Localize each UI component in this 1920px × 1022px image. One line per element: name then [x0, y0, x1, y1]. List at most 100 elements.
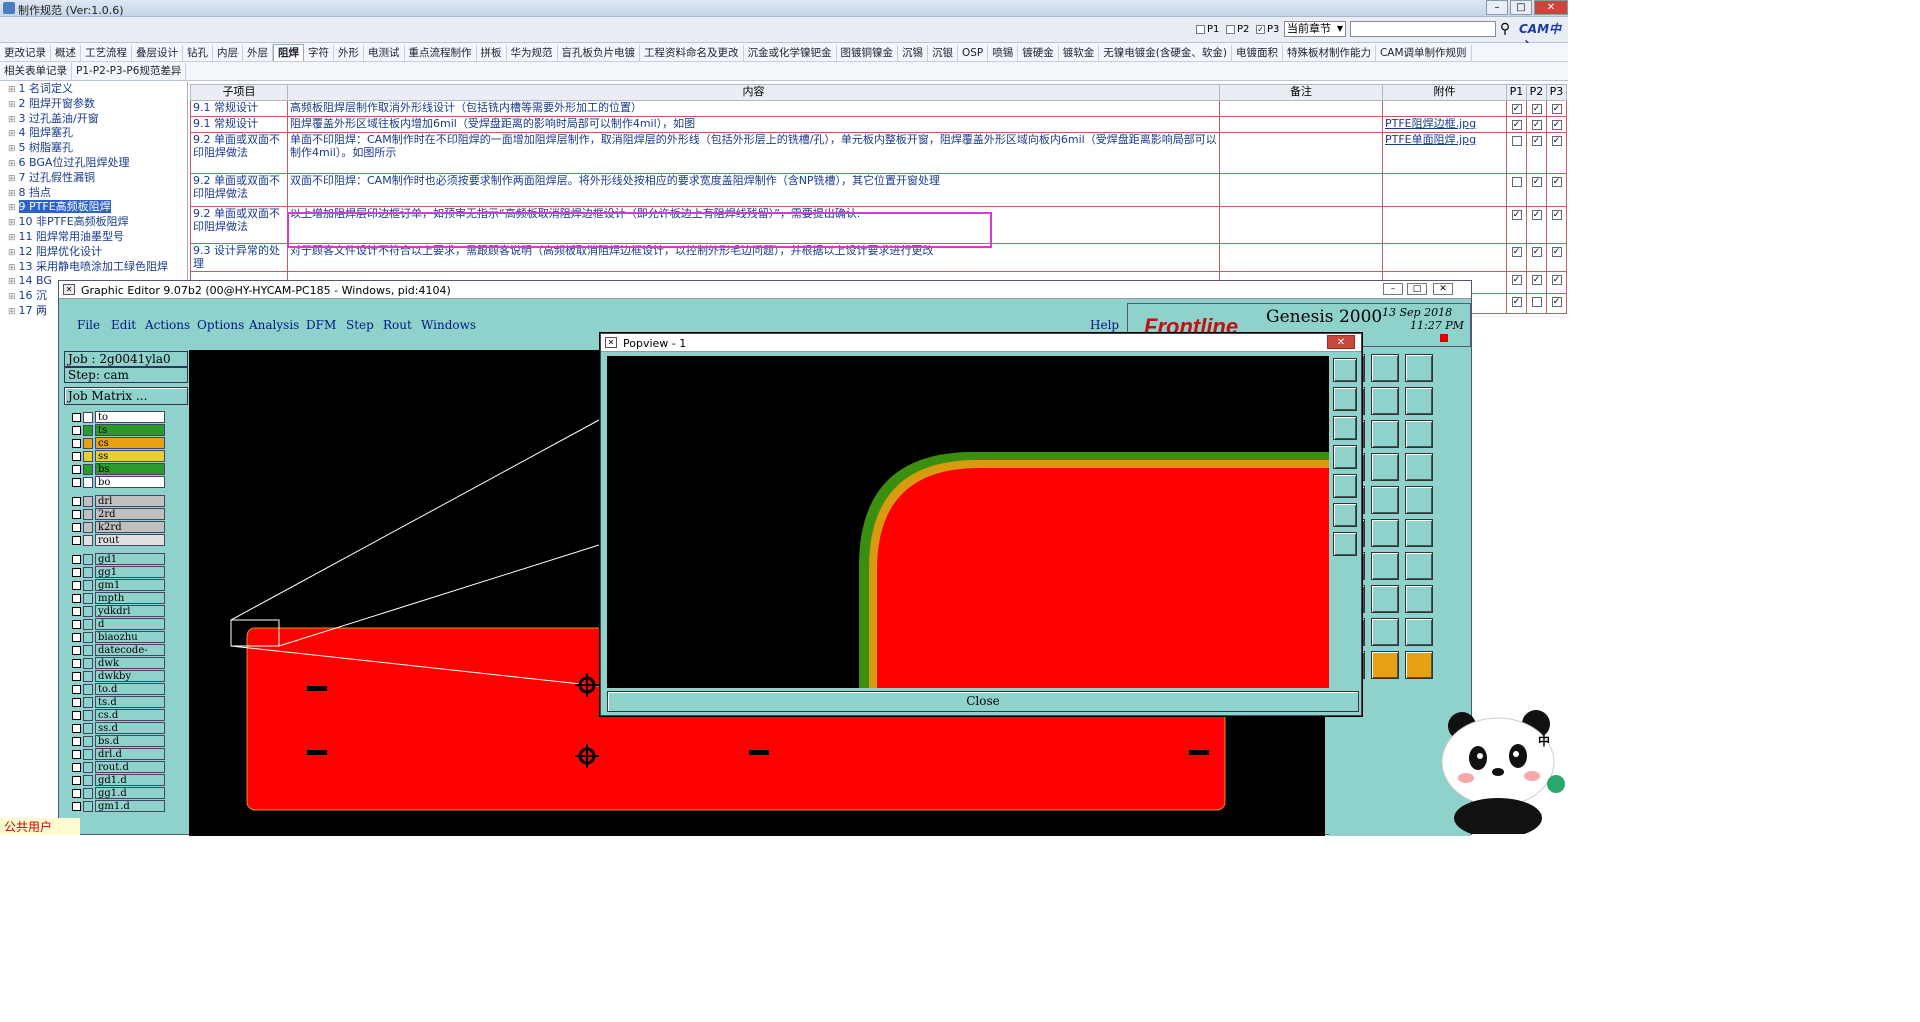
tab-20[interactable]: OSP — [958, 45, 989, 62]
table-row[interactable]: 9.1 常规设计 阻焊覆盖外形区域往板内增加6mil（受焊盘距离的影响时局部可以制… — [190, 116, 1567, 133]
tree-item[interactable]: ⊞ 12 阻焊优化设计 — [0, 245, 187, 260]
layer-name[interactable]: to — [95, 411, 165, 423]
checkbox[interactable]: ✓ — [1511, 104, 1522, 114]
layer-checkbox[interactable] — [72, 685, 81, 694]
layer-checkbox[interactable] — [72, 776, 81, 785]
move-icon[interactable] — [1405, 651, 1433, 679]
layer-name[interactable]: drl.d — [95, 748, 165, 760]
layer-checkbox[interactable] — [72, 698, 81, 707]
tab-10[interactable]: 电测试 — [364, 45, 405, 62]
layer-checkbox[interactable] — [72, 523, 81, 532]
tab-9[interactable]: 外形 — [334, 45, 364, 62]
layer-checkbox[interactable] — [72, 620, 81, 629]
ge-minimize-button[interactable]: – — [1383, 283, 1403, 295]
close-button[interactable]: ✕ — [1534, 0, 1568, 15]
layer-name[interactable]: k2rd — [95, 521, 165, 533]
expand-icon[interactable]: ⊞ — [8, 263, 16, 273]
expand-icon[interactable]: ⊞ — [8, 292, 16, 302]
layer-name[interactable]: gd1.d — [95, 774, 165, 786]
expand-icon[interactable]: ⊞ — [8, 144, 16, 154]
tree-item[interactable]: ⊞ 1 名词定义 — [0, 82, 187, 97]
layer-name[interactable]: to.d — [95, 683, 165, 695]
expand-icon[interactable]: ⊞ — [8, 174, 16, 184]
tree-item[interactable]: ⊞ 10 非PTFE高频板阻焊 — [0, 215, 187, 230]
tree-item[interactable]: ⊞ 3 过孔盖油/开窗 — [0, 112, 187, 127]
table-row[interactable]: 9.2 单面或双面不印阻焊做法 以上增加阻焊层印边框订单，如预审无指示“高频板取消… — [190, 206, 1567, 244]
expand-icon[interactable]: ⊞ — [8, 189, 16, 199]
popview-close-button[interactable]: Close — [607, 691, 1359, 712]
layer-name[interactable]: gm1 — [95, 579, 165, 591]
column-header[interactable]: 附件 — [1382, 84, 1507, 101]
layer-checkbox[interactable] — [72, 646, 81, 655]
tree-item[interactable]: ⊞ 6 BGA位过孔阻焊处理 — [0, 156, 187, 171]
checkbox[interactable]: ✓ — [1511, 275, 1522, 285]
layer-checkbox[interactable] — [72, 594, 81, 603]
layer-checkbox[interactable] — [72, 413, 81, 422]
layer-checkbox[interactable] — [72, 478, 81, 487]
filter-p2-checkbox[interactable]: P2 — [1226, 24, 1249, 35]
select-icon[interactable] — [1371, 651, 1399, 679]
tree-item[interactable]: ⊞ 4 阻焊塞孔 — [0, 126, 187, 141]
tab-26[interactable]: 特殊板材制作能力 — [1283, 45, 1376, 62]
dot-icon[interactable] — [1405, 486, 1433, 514]
layer-checkbox[interactable] — [72, 789, 81, 798]
layer-checkbox[interactable] — [72, 750, 81, 759]
checkbox[interactable]: ✓ — [1551, 104, 1562, 114]
tree-item[interactable]: ⊞ 2 阻焊开窗参数 — [0, 97, 187, 112]
layer-checkbox[interactable] — [72, 659, 81, 668]
layer-row[interactable]: ss — [69, 450, 165, 463]
checkbox-box[interactable]: ✓ — [1256, 25, 1265, 34]
arc-icon[interactable] — [1371, 552, 1399, 580]
checkbox[interactable] — [1531, 297, 1542, 307]
checkbox-box[interactable] — [1226, 25, 1235, 34]
layer-row[interactable]: ydkdrl — [69, 605, 165, 618]
text-c-icon[interactable] — [1405, 618, 1433, 646]
layer-checkbox[interactable] — [72, 510, 81, 519]
column-header[interactable]: P1 — [1506, 84, 1527, 101]
layer-row[interactable]: ss.d — [69, 722, 165, 735]
measure-icon[interactable] — [1371, 453, 1399, 481]
tab-23[interactable]: 镀软金 — [1059, 45, 1100, 62]
checkbox[interactable]: ✓ — [1511, 297, 1522, 307]
layer-name[interactable]: ts — [95, 424, 165, 436]
tree-item[interactable]: ⊞ 7 过孔假性漏铜 — [0, 171, 187, 186]
menu-help[interactable]: Help — [1090, 318, 1119, 332]
checkbox[interactable]: ✓ — [1551, 120, 1562, 130]
expand-icon[interactable]: ⊞ — [8, 100, 16, 110]
layer-checkbox[interactable] — [72, 497, 81, 506]
layer-name[interactable]: rout — [95, 534, 165, 546]
layer-name[interactable]: gm1.d — [95, 800, 165, 812]
layer-row[interactable]: bo — [69, 476, 165, 489]
layer-name[interactable]: ydkdrl — [95, 605, 165, 617]
expand-icon[interactable]: ⊞ — [8, 248, 16, 258]
filter-p1-checkbox[interactable]: P1 — [1196, 24, 1219, 35]
zoom-area-icon[interactable] — [1333, 532, 1357, 556]
tab-5[interactable]: 内层 — [213, 45, 243, 62]
checkbox[interactable]: ✓ — [1531, 247, 1542, 257]
layer-checkbox[interactable] — [72, 607, 81, 616]
menu-rout[interactable]: Rout — [383, 318, 412, 332]
help-icon[interactable] — [1405, 420, 1433, 448]
layer-row[interactable]: mpth — [69, 592, 165, 605]
layer-name[interactable]: 2rd — [95, 508, 165, 520]
layer-name[interactable]: gd1 — [95, 553, 165, 565]
tab-24[interactable]: 无镍电镀金(含硬金、软金) — [1099, 45, 1232, 62]
frame-icon[interactable] — [1333, 474, 1357, 498]
zoom-out-icon[interactable] — [1333, 416, 1357, 440]
layer-row[interactable]: gd1 — [69, 553, 165, 566]
expand-icon[interactable]: ⊞ — [8, 159, 16, 169]
text-b-icon[interactable] — [1371, 618, 1399, 646]
layer-name[interactable]: bs.d — [95, 735, 165, 747]
tree-item[interactable]: ⊞ 11 阻焊常用油墨型号 — [0, 230, 187, 245]
layer-row[interactable]: gm1 — [69, 579, 165, 592]
tab-15[interactable]: 工程资料命名及更改 — [640, 45, 744, 62]
expand-icon[interactable]: ⊞ — [8, 115, 16, 125]
layer-checkbox[interactable] — [72, 581, 81, 590]
layer-name[interactable]: cs — [95, 437, 165, 449]
layer-name[interactable]: cs.d — [95, 709, 165, 721]
layer-name[interactable]: datecode-pbe — [95, 644, 165, 668]
tab-18[interactable]: 沉锡 — [898, 45, 928, 62]
layer-row[interactable]: dwk — [69, 657, 165, 670]
checkbox[interactable]: ✓ — [1511, 210, 1522, 220]
expand-icon[interactable]: ⊞ — [8, 129, 16, 139]
